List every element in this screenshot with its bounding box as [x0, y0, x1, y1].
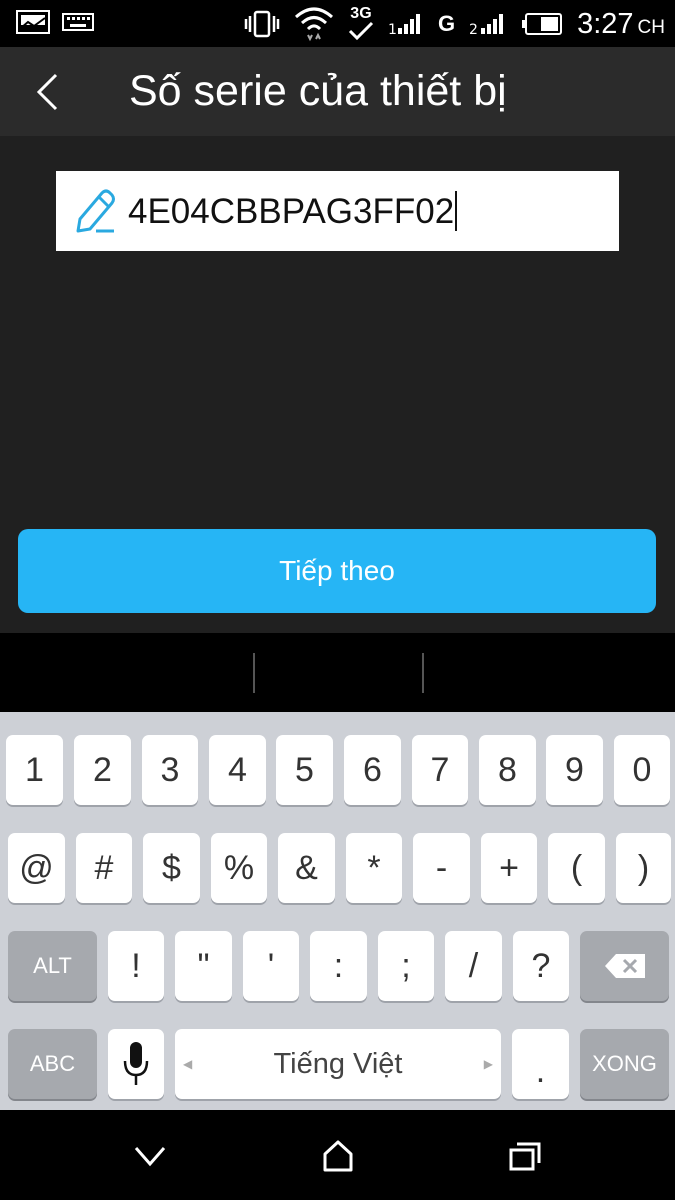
suggestion-strip — [0, 633, 675, 712]
suggestion-divider — [422, 653, 424, 693]
key-hash[interactable]: # — [76, 833, 132, 903]
key-asterisk[interactable]: * — [346, 833, 402, 903]
backspace-key[interactable] — [580, 931, 669, 1001]
key-6[interactable]: 6 — [344, 735, 401, 805]
microphone-icon — [123, 1042, 149, 1085]
svg-text:2: 2 — [469, 22, 478, 36]
key-open-paren[interactable]: ( — [548, 833, 605, 903]
network-g-label: G — [437, 11, 456, 36]
key-4[interactable]: 4 — [209, 735, 266, 805]
key-colon[interactable]: : — [310, 931, 367, 1001]
svg-text:1: 1 — [388, 22, 397, 36]
3g-icon: 3G — [348, 5, 374, 41]
key-single-quote[interactable]: ' — [243, 931, 299, 1001]
screenshot-icon — [16, 10, 50, 34]
key-0[interactable]: 0 — [614, 735, 670, 805]
nav-recents-button[interactable] — [503, 1136, 547, 1176]
suggestion-divider — [253, 653, 255, 693]
recents-icon — [509, 1142, 541, 1171]
signal-icon: 2 — [469, 14, 504, 36]
arrow-left-icon: ◀ — [183, 1057, 193, 1071]
key-plus[interactable]: + — [481, 833, 537, 903]
serial-number-text: 4E04CBBPAG3FF02 — [128, 192, 455, 231]
network-3g-label: 3G — [350, 5, 372, 22]
spacebar-key[interactable]: ◀ Tiếng Việt ▶ — [175, 1029, 501, 1099]
key-dollar[interactable]: $ — [143, 833, 200, 903]
alt-key[interactable]: ALT — [8, 931, 97, 1001]
nav-back-button[interactable] — [128, 1136, 172, 1176]
home-icon — [323, 1140, 353, 1172]
page-title: Số serie của thiết bị — [129, 67, 507, 115]
nav-home-button[interactable] — [316, 1136, 360, 1176]
key-question[interactable]: ? — [513, 931, 569, 1001]
key-percent[interactable]: % — [211, 833, 267, 903]
navigation-bar — [0, 1110, 675, 1200]
key-minus[interactable]: - — [413, 833, 470, 903]
key-9[interactable]: 9 — [546, 735, 603, 805]
key-semicolon[interactable]: ; — [378, 931, 434, 1001]
key-at[interactable]: @ — [8, 833, 65, 903]
app-bar: Số serie của thiết bị — [0, 47, 675, 136]
key-7[interactable]: 7 — [412, 735, 468, 805]
wifi-icon — [294, 7, 333, 42]
key-exclamation[interactable]: ! — [108, 931, 164, 1001]
key-3[interactable]: 3 — [142, 735, 198, 805]
signal-icon: 1 — [388, 14, 420, 36]
keyboard: 1 2 3 4 5 6 7 8 9 0 @ # $ % & * - + ( ) … — [0, 712, 675, 1110]
clock-ampm: CH — [637, 16, 665, 38]
main-content: 4E04CBBPAG3FF02 Tiếp theo — [0, 136, 675, 633]
backspace-icon — [604, 954, 645, 978]
battery-icon — [522, 13, 563, 35]
key-2[interactable]: 2 — [74, 735, 131, 805]
pen-icon — [76, 189, 115, 233]
chevron-left-icon — [36, 73, 58, 111]
serial-number-value: 4E04CBBPAG3FF02 — [128, 190, 458, 234]
microphone-key[interactable] — [108, 1029, 164, 1099]
back-chevron-icon — [134, 1147, 166, 1167]
arrow-right-icon: ▶ — [483, 1057, 493, 1071]
key-double-quote[interactable]: " — [175, 931, 232, 1001]
key-5[interactable]: 5 — [276, 735, 333, 805]
key-slash[interactable]: / — [445, 931, 502, 1001]
done-key[interactable]: XONG — [580, 1029, 669, 1099]
language-label: Tiếng Việt — [273, 1047, 403, 1080]
next-button[interactable]: Tiếp theo — [18, 529, 656, 613]
key-8[interactable]: 8 — [479, 735, 536, 805]
key-ampersand[interactable]: & — [278, 833, 335, 903]
key-1[interactable]: 1 — [6, 735, 63, 805]
serial-number-input[interactable]: 4E04CBBPAG3FF02 — [56, 171, 619, 251]
text-caret — [455, 190, 458, 231]
vibrate-icon — [244, 10, 280, 38]
status-bar: 3G 1 G 2 3:27 CH — [0, 0, 675, 47]
back-button[interactable] — [22, 67, 72, 117]
key-close-paren[interactable]: ) — [616, 833, 671, 903]
abc-key[interactable]: ABC — [8, 1029, 97, 1099]
key-period[interactable]: . — [512, 1029, 569, 1099]
keyboard-icon — [62, 13, 94, 31]
clock-time: 3:27 — [577, 7, 634, 40]
